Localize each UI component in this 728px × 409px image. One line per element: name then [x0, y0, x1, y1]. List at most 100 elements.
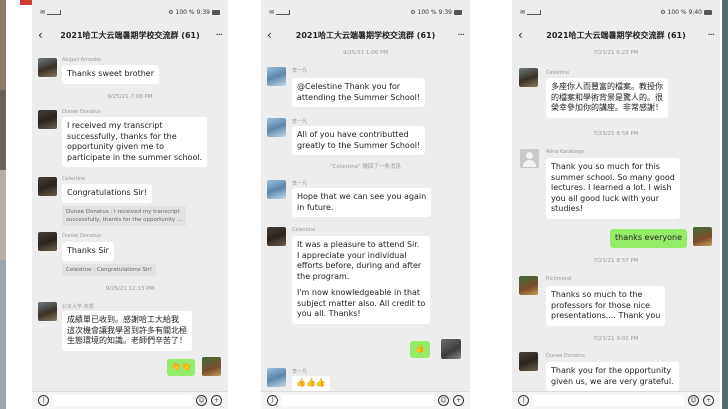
message-line: successfully, thanks for the [67, 131, 177, 141]
message-line: professors for those nice [551, 300, 650, 310]
avatar[interactable] [520, 149, 539, 168]
quoted-reply[interactable]: Celestine : Congratulations Sir! [62, 264, 156, 276]
left-photo-edge [0, 0, 6, 409]
message-line: you all. Thanks! [297, 309, 361, 318]
message-line: greatly to the Summer School! [297, 140, 421, 150]
message-list[interactable]: 9/25/21 1:06 PM 李一凡 @Celestine Thank you… [261, 46, 470, 391]
voice-icon[interactable]: ) [518, 395, 529, 406]
more-options-icon[interactable]: ··· [450, 30, 465, 41]
recall-notice: "Celestine" 撤回了一条消息 [330, 164, 401, 170]
emoji-icon[interactable]: ☺ [196, 395, 207, 406]
avatar[interactable] [38, 232, 57, 251]
message-line: in future. [297, 202, 334, 212]
message-bubble[interactable]: I received my transcript successfully, t… [62, 117, 208, 167]
avatar[interactable] [38, 110, 57, 129]
message-bubble[interactable]: 👍👍👍 [292, 376, 330, 391]
avatar[interactable] [519, 352, 538, 371]
message-line: the program. [297, 271, 350, 281]
message-bubble[interactable]: 多座你人而豐富的檔案。教授你 的檔案和學術背景是驚人的。很 榮幸參加你的講座。非… [546, 78, 668, 118]
message-line: 生態環境的知識。老師們辛苦了！ [67, 336, 187, 345]
message-bubble[interactable]: Thank you for the opportunity given us, … [546, 362, 679, 391]
self-avatar[interactable] [441, 339, 461, 359]
title-bar: ‹ 2021哈工大云端暑期学校交流群 (61) ··· [261, 24, 470, 46]
title-bar: ‹ 2021哈工大云端暑期学校交流群 (61) ··· [512, 24, 720, 46]
quoted-reply[interactable]: Dunee Donatus : I received my transcript… [62, 206, 187, 226]
timestamp: 9/25/21 1:06 PM [342, 50, 389, 56]
screenshot-collage: ✉ ⚙ 100 % 9:39 ‹ 2021哈工大云端暑期学校交流群 (61) ·… [0, 0, 728, 409]
plus-icon[interactable]: + [703, 395, 714, 406]
message-line: 這次機會讓我學習到許多有關北極 [67, 325, 187, 335]
avatar[interactable] [38, 177, 57, 196]
sender-name: Alina Karaboga [546, 149, 584, 155]
avatar[interactable] [267, 118, 286, 137]
timestamp: 7/23/21 8:58 PM [593, 131, 639, 137]
emoji-icon[interactable]: ☺ [438, 395, 449, 406]
message-line: participate in the summer school. [67, 152, 203, 162]
message-bubble[interactable]: Hope that we can see you again in future… [292, 188, 432, 217]
message-bubble[interactable]: All of you have contributted greatly to … [292, 126, 426, 155]
message-line: It was a pleasure to attend Sir. [297, 240, 420, 249]
message-line: 榮幸參加你的講座。非常感謝！ [551, 103, 663, 112]
message-line: Thanks sweet brother [67, 69, 155, 78]
message-line: studies! [551, 204, 583, 213]
status-bar: ✉ ⚙ 100 % 9:40 [512, 0, 720, 24]
voice-icon[interactable]: ) [38, 395, 49, 406]
self-message-bubble[interactable]: 👏👏 [167, 359, 195, 376]
more-options-icon[interactable]: ··· [700, 30, 715, 41]
message-bubble[interactable]: Thanks so much to the professors for tho… [546, 286, 666, 326]
avatar[interactable] [267, 180, 286, 199]
chat-title: 2021哈工大云端暑期学校交流群 (61) [60, 30, 200, 40]
message-line: you all good luck with your [551, 193, 659, 203]
message-bubble[interactable]: Thanks Sir [62, 242, 114, 261]
mail-icon: ✉ [40, 8, 46, 16]
message-input[interactable] [533, 395, 684, 406]
quote-line: successfully, thanks for the opportunity… [66, 217, 183, 223]
avatar[interactable] [38, 58, 57, 77]
voice-icon[interactable]: ) [267, 395, 278, 406]
status-text: ⚙ 100 % 9:40 [660, 8, 702, 16]
plus-icon[interactable]: + [211, 395, 222, 406]
avatar[interactable] [267, 368, 286, 387]
avatar[interactable] [267, 227, 286, 246]
sender-name: Celestine [292, 227, 316, 233]
sticker-emoji: 👏👏 [171, 362, 191, 371]
avatar[interactable] [38, 302, 57, 321]
self-avatar[interactable] [693, 227, 712, 246]
status-text: ⚙ 100 % 9:39 [410, 8, 452, 16]
message-list[interactable]: 7/23/21 6:23 PM Celestine 多座你人而豐富的檔案。教授你… [512, 46, 720, 391]
back-arrow-icon[interactable]: ‹ [267, 29, 281, 41]
message-bubble[interactable]: 成績單已收到。感謝哈工大給我 這次機會讓我學習到許多有關北極 生態環境的知識。老… [62, 311, 192, 351]
more-options-icon[interactable]: ··· [208, 30, 223, 41]
message-input[interactable] [53, 395, 192, 406]
message-bubble[interactable]: It was a pleasure to attend Sir. I appre… [292, 236, 431, 324]
sender-name: 李一凡 [292, 181, 308, 187]
sender-name: Dunee Donatus [62, 109, 101, 115]
chat-title: 2021哈工大云端暑期学校交流群 (61) [546, 30, 686, 40]
back-arrow-icon[interactable]: ‹ [518, 29, 532, 41]
avatar[interactable] [519, 276, 538, 295]
chat-panel-2: ✉ ⚙ 100 % 9:39 ‹ 2021哈工大云端暑期学校交流群 (61) ·… [261, 0, 470, 409]
avatar[interactable] [519, 68, 538, 87]
message-bubble[interactable]: @Celestine Thank you for attending the S… [292, 78, 426, 107]
self-avatar[interactable] [202, 357, 221, 376]
message-line: Hope that we can see you again [297, 192, 427, 201]
back-arrow-icon[interactable]: ‹ [38, 29, 52, 41]
plus-icon[interactable]: + [453, 395, 464, 406]
message-input[interactable] [282, 395, 434, 406]
input-bar: ) ☺ + [512, 391, 720, 409]
right-photo-edge [722, 0, 728, 409]
chat-panel-1: ✉ ⚙ 100 % 9:39 ‹ 2021哈工大云端暑期学校交流群 (61) ·… [32, 0, 228, 409]
message-line: I'm now knowledgeable in that [297, 288, 421, 297]
signal-icon [47, 9, 62, 15]
self-message-bubble[interactable]: 👍 [410, 341, 430, 358]
message-list[interactable]: Abigail Amooko Thanks sweet brother 9/25… [32, 46, 228, 391]
sender-name: Dunee Donatus [62, 233, 101, 239]
message-bubble[interactable]: Congratulations Sir! [62, 184, 152, 203]
avatar[interactable] [267, 67, 286, 86]
message-bubble[interactable]: Thanks sweet brother [62, 65, 160, 84]
self-message-bubble[interactable]: thanks everyone [610, 229, 688, 248]
message-bubble[interactable]: Thank you so much for this summer school… [546, 158, 680, 219]
message-line: opportunity given me to [67, 142, 165, 151]
emoji-icon[interactable]: ☺ [688, 395, 699, 406]
timestamp: 9/25/21 7:08 PM [107, 94, 153, 100]
